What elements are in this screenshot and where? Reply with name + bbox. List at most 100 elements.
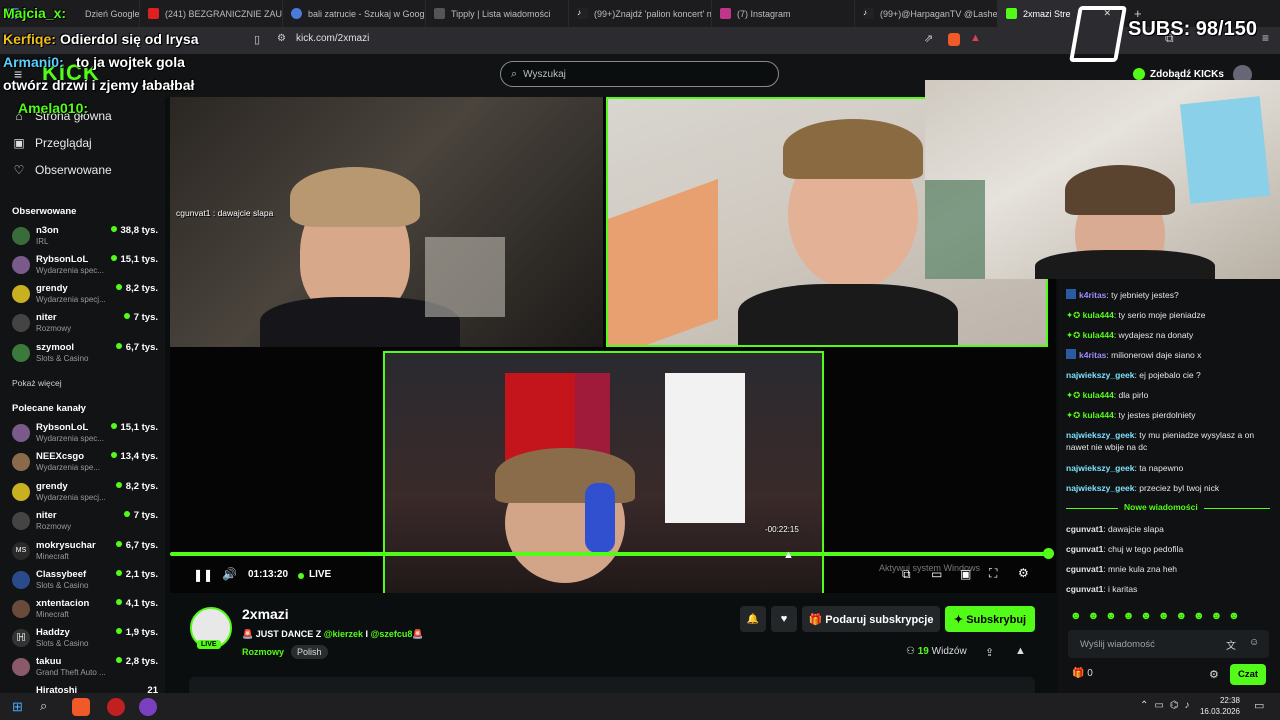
browser-tab[interactable]: bali zatrucie - Szukaj w Google: [283, 0, 426, 27]
avatar: [12, 314, 30, 332]
chat-message: najwiekszy_geek: ty mu pieniadze wysylas…: [1066, 430, 1255, 452]
recorder-app-icon[interactable]: [107, 698, 125, 716]
url-text[interactable]: kick.com/2xmazi: [296, 33, 369, 44]
browser-tab[interactable]: (7) Instagram: [712, 0, 855, 27]
gift-icon: 🎁: [1072, 668, 1088, 679]
google-icon: [291, 8, 302, 19]
live-dot-icon: [115, 482, 122, 488]
chat-settings-icon[interactable]: ⚙: [1209, 668, 1219, 681]
sidebar-item-browse[interactable]: ▣ Przeglądaj: [12, 136, 91, 150]
gift-subs-button[interactable]: 🎁 Podaruj subskrypcje: [802, 606, 940, 632]
taskbar-search-icon[interactable]: ⌕: [40, 698, 47, 714]
overlay-chat-user: Armani0:: [3, 54, 64, 70]
followed-channel[interactable]: n3on IRL 38,8 tys.: [12, 225, 160, 253]
player-controls: ❚❚ 🔊 01:13:20 LIVE ⧉ ▭ ▣ ⛶ ⚙: [170, 563, 1036, 587]
person-hair: [290, 167, 420, 227]
recommended-channel[interactable]: ℍ Haddzy Slots & Casino 1,9 tys.: [12, 627, 160, 655]
star-icon: ✦: [953, 613, 967, 626]
browser-tab[interactable]: ♪ (99+)Znajdź 'palion koncert' n: [569, 0, 712, 27]
follow-heart-button[interactable]: ♥: [771, 606, 797, 632]
gift-icon: 🎁: [808, 613, 826, 626]
browser-tab[interactable]: ♪ (99+)@HarpaganTV @Lashes: [855, 0, 998, 27]
recommended-channel[interactable]: Hiratoshi 21: [12, 685, 160, 693]
browser-tab[interactable]: Tipply | Lista wiadomości: [426, 0, 569, 27]
theatre-icon[interactable]: ▭: [931, 567, 942, 581]
mention-link[interactable]: @kierzek: [324, 629, 363, 639]
sub-badge-icon: ✦✪: [1066, 330, 1083, 340]
avatar: [12, 658, 30, 676]
pip-icon[interactable]: ⧉: [902, 567, 911, 582]
browser-tab[interactable]: (241) BEZGRANICZNIE ZAUFA...: [140, 0, 283, 27]
video-feed-cam-1: [170, 97, 603, 347]
overlay-chat-text: Odierdol się od Irysa: [60, 31, 199, 47]
windows-start-icon[interactable]: ⊞: [12, 699, 23, 715]
send-chat-button[interactable]: Czat: [1230, 664, 1266, 685]
chat-input[interactable]: Wyślij wiadomość 文 ☺: [1068, 630, 1269, 658]
share-icon[interactable]: ⇪: [985, 646, 994, 659]
emote-bar[interactable]: ☻☻☻☻☻☻☻☻☻☻: [1070, 610, 1246, 622]
followed-channel[interactable]: RybsonLoL Wydarzenia spec... 15,1 tys.: [12, 254, 160, 282]
elapsed-time: 01:13:20: [248, 569, 289, 580]
live-dot-icon: [298, 573, 304, 579]
sidebar-item-following[interactable]: ♡ Obserwowane: [12, 163, 112, 177]
search-icon: ⌕: [511, 67, 518, 80]
heart-icon: ♥: [780, 613, 788, 625]
fullscreen-icon[interactable]: ⛶: [989, 566, 997, 581]
recommended-channel[interactable]: Classybeef Slots & Casino 2,1 tys.: [12, 569, 160, 597]
kick-favicon-icon: [1006, 8, 1017, 19]
subscribe-button[interactable]: ✦ Subskrybuj: [945, 606, 1035, 632]
share-icon[interactable]: ⇗: [924, 32, 933, 45]
progress-bar[interactable]: [170, 552, 1048, 556]
live-dot-icon: [115, 541, 122, 547]
language-tag[interactable]: Polish: [291, 645, 328, 659]
person-shirt: [1035, 250, 1215, 279]
translate-icon[interactable]: 文: [1226, 637, 1236, 652]
recommended-channel[interactable]: RybsonLoL Wydarzenia spec... 15,1 tys.: [12, 422, 160, 450]
avatar: [12, 453, 30, 471]
obs-app-icon[interactable]: [139, 698, 157, 716]
recommended-channel[interactable]: MS mokrysuchar Minecraft 6,7 tys.: [12, 540, 160, 568]
recommended-channel[interactable]: takuu Grand Theft Auto ... 2,8 tys.: [12, 656, 160, 684]
followed-channel[interactable]: grendy Wydarzenia specj... 8,2 tys.: [12, 283, 160, 311]
live-dot-icon: [123, 511, 130, 517]
volume-icon[interactable]: 🔊: [222, 567, 237, 581]
overlay-chat-user: Majcia_x:: [3, 5, 67, 21]
settings-icon[interactable]: ⚙: [1018, 566, 1029, 580]
search-input[interactable]: ⌕ Wyszukaj: [500, 61, 779, 87]
channel-name[interactable]: 2xmazi: [242, 606, 289, 622]
browser-menu-icon[interactable]: ≡: [1262, 31, 1269, 45]
browse-icon: ▣: [13, 136, 25, 150]
recommended-channel[interactable]: NEEXcsgo Wydarzenia spe... 13,4 tys.: [12, 451, 160, 479]
followed-channel[interactable]: niter Rozmowy 7 tys.: [12, 312, 160, 340]
report-icon[interactable]: ▲: [1015, 645, 1026, 657]
mouse-cursor-icon: ▲: [783, 549, 794, 561]
show-more-link[interactable]: Pokaż więcej: [12, 378, 62, 388]
chat-message: cgunvat1: dawajcie slapa: [1066, 524, 1164, 534]
chat-message: ✦✪ kula444: wydajesz na donaty: [1066, 330, 1194, 340]
brave-browser-icon[interactable]: [72, 698, 90, 716]
brave-shield-icon[interactable]: [948, 33, 960, 46]
notifications-icon[interactable]: ▭: [1254, 699, 1264, 712]
emoji-icon[interactable]: ☺: [1249, 637, 1259, 648]
avatar: [12, 424, 30, 442]
progress-thumb[interactable]: [1043, 548, 1054, 559]
kicks-coin-icon: [1133, 68, 1145, 80]
recommended-channel[interactable]: xntentacion Minecraft 4,1 tys.: [12, 598, 160, 626]
tray-icons[interactable]: ⌃▭⌬♪: [1140, 700, 1196, 711]
avatar: [12, 600, 30, 618]
mini-player-icon[interactable]: ▣: [960, 567, 971, 581]
followed-channel[interactable]: szymool Slots & Casino 6,7 tys.: [12, 342, 160, 370]
recommended-channel[interactable]: grendy Wydarzenia specj... 8,2 tys.: [12, 481, 160, 509]
mention-link[interactable]: @szefcu8: [371, 629, 413, 639]
brave-rewards-icon[interactable]: ▲: [970, 32, 981, 44]
channel-points[interactable]: 🎁 0: [1072, 668, 1093, 679]
video-player[interactable]: cgunvat1 : dawajcie slapa -00:22:15 Akty…: [170, 97, 1056, 593]
notification-bell-button[interactable]: 🔔: [740, 606, 766, 632]
site-info-icon[interactable]: ⚙: [277, 33, 286, 44]
bookmark-icon[interactable]: ▯: [254, 33, 260, 46]
avatar: [12, 285, 30, 303]
pause-icon[interactable]: ❚❚: [193, 568, 213, 582]
recommended-channel[interactable]: niter Rozmowy 7 tys.: [12, 510, 160, 538]
category-link[interactable]: Rozmowy: [242, 647, 284, 657]
bell-icon: 🔔: [746, 613, 760, 625]
